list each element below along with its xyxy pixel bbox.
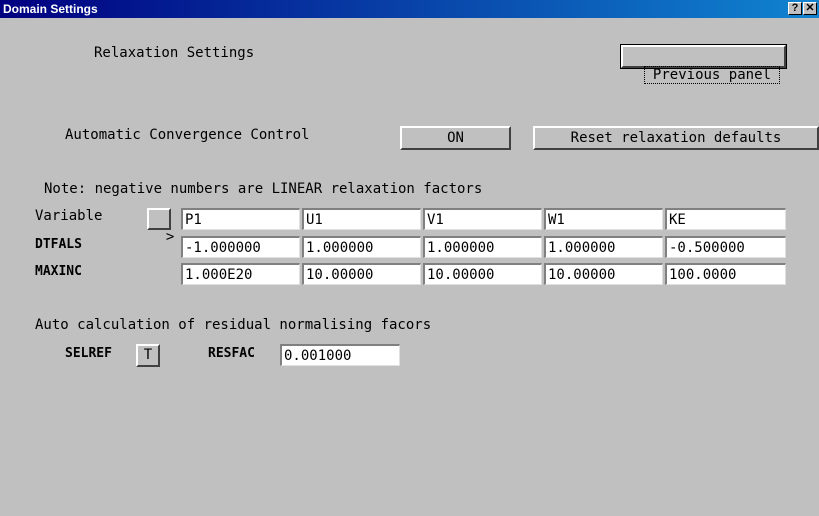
acc-label: Automatic Convergence Control: [65, 127, 310, 143]
panel-heading: Relaxation Settings: [94, 45, 255, 61]
close-icon: ✕: [805, 2, 815, 14]
reset-relaxation-defaults-button[interactable]: Reset relaxation defaults: [533, 126, 819, 150]
previous-panel-label: Previous panel: [643, 66, 780, 84]
residual-heading: Auto calculation of residual normalising…: [35, 317, 432, 333]
acc-toggle-button[interactable]: ON: [400, 126, 511, 150]
note-text: Note: negative numbers are LINEAR relaxa…: [44, 181, 483, 197]
maxinc-field[interactable]: 10.00000: [302, 263, 421, 285]
variable-name-field[interactable]: U1: [302, 208, 421, 230]
dtfals-field[interactable]: 1.000000: [302, 236, 421, 258]
variable-name-field[interactable]: W1: [544, 208, 663, 230]
variable-name-field[interactable]: KE: [665, 208, 786, 230]
close-button[interactable]: ✕: [803, 2, 817, 15]
title-bar: Domain Settings ? ✕: [0, 0, 819, 18]
dtfals-field[interactable]: 1.000000: [423, 236, 542, 258]
variable-name-field[interactable]: V1: [423, 208, 542, 230]
resfac-field[interactable]: 0.001000: [280, 344, 400, 366]
help-button[interactable]: ?: [788, 2, 802, 15]
chevron-right-icon: >: [165, 229, 175, 245]
variable-name-field[interactable]: P1: [181, 208, 300, 230]
variable-label: Variable: [35, 208, 103, 224]
selref-toggle-button[interactable]: T: [136, 344, 160, 367]
dtfals-field[interactable]: 1.000000: [544, 236, 663, 258]
window-title: Domain Settings: [3, 2, 98, 16]
help-icon: ?: [791, 2, 799, 14]
dtfals-label: DTFALS: [35, 237, 82, 252]
selref-label: SELREF: [65, 346, 112, 361]
maxinc-field[interactable]: 1.000E20: [181, 263, 300, 285]
resfac-label: RESFAC: [208, 346, 255, 361]
dtfals-field[interactable]: -1.000000: [181, 236, 300, 258]
maxinc-field[interactable]: 10.00000: [544, 263, 663, 285]
previous-panel-button[interactable]: Previous panel: [620, 44, 787, 84]
maxinc-field[interactable]: 10.00000: [423, 263, 542, 285]
maxinc-field[interactable]: 100.0000: [665, 263, 786, 285]
dtfals-field[interactable]: -0.500000: [665, 236, 786, 258]
maxinc-label: MAXINC: [35, 264, 82, 279]
next-variables-button[interactable]: >: [147, 208, 174, 245]
